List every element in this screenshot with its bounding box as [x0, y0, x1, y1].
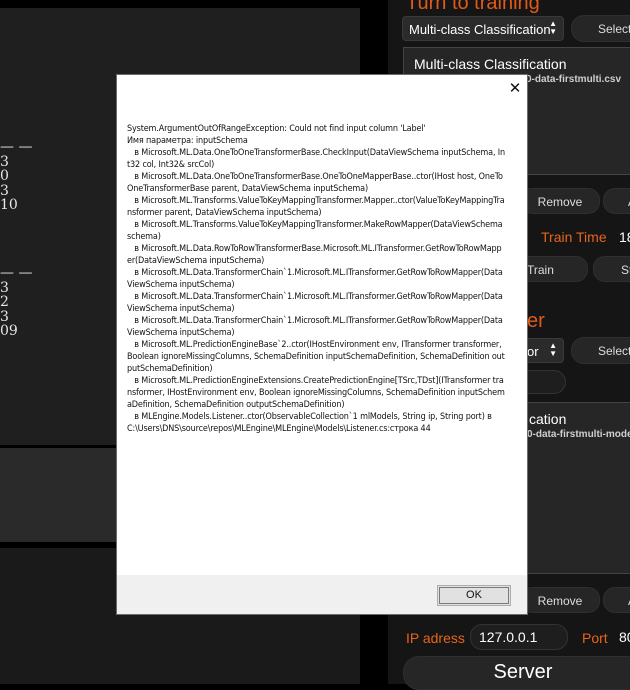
train-remove-button[interactable]: Remove: [520, 188, 600, 214]
error-dialog: ✕ System.ArgumentOutOfRangeException: Co…: [117, 75, 527, 614]
dialog-footer: OK: [117, 575, 527, 614]
stop-button[interactable]: St: [593, 256, 630, 282]
port-label: Port: [582, 630, 608, 646]
error-message: System.ArgumentOutOfRangeException: Coul…: [127, 124, 506, 434]
predict-list-item-subtitle: 0-data-firstmulti-mode: [527, 429, 630, 440]
left-number: 3: [0, 153, 9, 170]
left-number: — —: [0, 265, 33, 281]
train-type-select-value: Multi-class Classification: [409, 22, 551, 37]
port-value[interactable]: 80: [619, 629, 630, 645]
predict-select-button[interactable]: Select: [571, 337, 630, 364]
predict-remove-button[interactable]: Remove: [520, 587, 600, 613]
train-list-item-subtitle: 0-data-firstmulti.csv: [526, 74, 622, 85]
train-add-button[interactable]: A: [603, 188, 630, 214]
left-number: 3: [0, 182, 9, 199]
predict-type-select-value: or: [527, 344, 539, 359]
left-number: 09: [0, 323, 18, 339]
predict-list-item-title: cation: [529, 411, 567, 427]
close-icon[interactable]: ✕: [507, 80, 523, 96]
left-numbers-bottom: — — 3 2 3 09: [0, 266, 32, 339]
predict-section-title: er: [527, 310, 545, 332]
ok-button[interactable]: OK: [437, 585, 511, 606]
updown-chevron-icon: ▲ ▼: [549, 19, 557, 36]
train-list-item-title: Multi-class Classification: [414, 56, 567, 72]
predict-add-button[interactable]: A: [603, 587, 630, 613]
left-number: 10: [0, 197, 18, 213]
train-select-button[interactable]: Select: [571, 15, 630, 42]
server-button[interactable]: Server: [403, 656, 630, 690]
ip-address-value: 127.0.0.1: [479, 629, 538, 645]
train-time-label: Train Time: [541, 229, 607, 245]
train-type-select[interactable]: Multi-class Classification ▲ ▼: [402, 16, 564, 41]
ip-address-label: IP adress: [406, 630, 465, 646]
left-number: 2: [0, 294, 9, 310]
left-number: 0: [0, 168, 9, 184]
left-number: — —: [0, 139, 33, 155]
train-time-value[interactable]: 18: [619, 229, 630, 245]
updown-chevron-icon: ▲ ▼: [549, 341, 557, 358]
left-number: 3: [0, 279, 9, 296]
train-section-title: Turn to training: [406, 0, 540, 14]
left-number: 3: [0, 308, 9, 325]
left-numbers-top: — — 3 0 3 10: [0, 140, 32, 213]
